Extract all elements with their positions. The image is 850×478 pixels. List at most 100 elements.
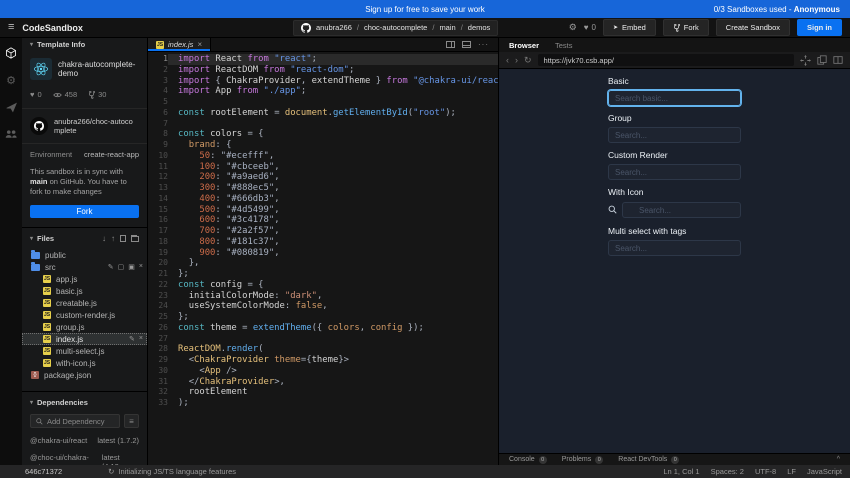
code-line-3[interactable]: 3import { ChakraProvider, extendTheme } … [148, 76, 498, 87]
search-input-custom-render[interactable] [609, 168, 740, 177]
live-collaborators-icon[interactable] [5, 128, 17, 140]
code-line-14[interactable]: 14 400: "#666db3", [148, 194, 498, 205]
tab-index-js[interactable]: JS index.js × [148, 38, 211, 51]
code-line-18[interactable]: 18 800: "#181c37", [148, 237, 498, 248]
code-line-24[interactable]: 24 useSystemColorMode: false, [148, 301, 498, 312]
new-file-icon[interactable]: ▢ [118, 263, 125, 271]
new-folder-icon[interactable] [131, 236, 139, 242]
edit-icon[interactable]: ✎ [129, 335, 135, 343]
open-new-window-icon[interactable] [817, 55, 827, 65]
close-icon[interactable]: × [139, 263, 143, 271]
file-item-with-icon.js[interactable]: JSwith-icon.js [22, 357, 147, 369]
code-line-23[interactable]: 23 initialColorMode: "dark", [148, 291, 498, 302]
project-info-icon[interactable] [5, 47, 17, 59]
language-mode[interactable]: JavaScript [807, 467, 842, 476]
back-icon[interactable]: ‹ [506, 56, 509, 65]
github-repo-name[interactable]: anubra266/choc-autocomplete [54, 117, 139, 135]
deployment-rocket-icon[interactable] [5, 101, 17, 113]
code-line-27[interactable]: 27 [148, 334, 498, 345]
fork-header-button[interactable]: Fork [663, 19, 709, 36]
search-input-with-icon[interactable] [623, 206, 740, 215]
banner-message[interactable]: Sign up for free to save your work [365, 5, 485, 14]
code-line-29[interactable]: 29 <ChakraProvider theme={theme}> [148, 355, 498, 366]
preferences-gear-icon[interactable]: ⚙ [569, 23, 577, 32]
code-line-26[interactable]: 26const theme = extendTheme({ colors, co… [148, 323, 498, 334]
create-sandbox-button[interactable]: Create Sandbox [716, 19, 790, 36]
refresh-icon[interactable]: ↻ [524, 56, 532, 65]
code-line-1[interactable]: 1import React from "react"; [148, 54, 498, 65]
split-horizontal-icon[interactable] [462, 41, 471, 48]
close-tab-icon[interactable]: × [197, 40, 202, 49]
files-header[interactable]: ▾ Files ↓ ↑ [22, 232, 147, 245]
embed-button[interactable]: ➤Embed [603, 19, 656, 36]
add-dependency-input[interactable]: Add Dependency [30, 414, 120, 428]
like-button[interactable]: ♥0 [584, 23, 596, 32]
template-info-header[interactable]: ▾ Template Info [22, 38, 147, 51]
tab-browser[interactable]: Browser [509, 41, 539, 50]
code-line-8[interactable]: 8const colors = { [148, 129, 498, 140]
file-item-creatable.js[interactable]: JScreatable.js [22, 297, 147, 309]
tab-tests[interactable]: Tests [555, 41, 573, 50]
code-line-28[interactable]: 28ReactDOM.render( [148, 344, 498, 355]
github-repo-link[interactable]: anubra266/choc-autocomplete [22, 109, 147, 144]
responsive-mode-icon[interactable] [800, 55, 811, 66]
forward-icon[interactable]: › [515, 56, 518, 65]
code-line-33[interactable]: 33); [148, 398, 498, 409]
download-icon[interactable]: ↓ [102, 234, 106, 243]
new-folder-icon[interactable]: ▣ [128, 263, 135, 271]
fork-button[interactable]: Fork [30, 205, 139, 218]
repo-path[interactable]: demos [468, 23, 491, 32]
dependency-menu-icon[interactable]: ≡ [124, 414, 139, 428]
search-input-group[interactable] [609, 131, 740, 140]
split-preview-icon[interactable] [833, 55, 843, 65]
more-options-icon[interactable]: ··· [478, 40, 489, 49]
code-line-12[interactable]: 12 200: "#a9aed6", [148, 172, 498, 183]
dependency-row[interactable]: @chakra-ui/reactlatest (1.7.2) [22, 432, 147, 449]
search-input-multi-select-with-tags[interactable] [609, 244, 740, 253]
code-line-6[interactable]: 6const rootElement = document.getElement… [148, 108, 498, 119]
repo-name[interactable]: choc-autocomplete [364, 23, 427, 32]
code-line-20[interactable]: 20 }, [148, 258, 498, 269]
devtools-tab-problems[interactable]: Problems0 [562, 456, 604, 464]
code-line-22[interactable]: 22const config = { [148, 280, 498, 291]
code-line-5[interactable]: 5 [148, 97, 498, 108]
dependency-row[interactable]: @choc-ui/chakra-autoc...latest (4.13... [22, 449, 147, 465]
upload-icon[interactable]: ↑ [111, 234, 115, 243]
code-line-7[interactable]: 7 [148, 119, 498, 130]
file-item-app.js[interactable]: JSapp.js [22, 273, 147, 285]
search-input-basic[interactable] [609, 94, 740, 103]
code-line-31[interactable]: 31 </ChakraProvider>, [148, 377, 498, 388]
codesandbox-logo[interactable]: CodeSandbox [22, 23, 83, 33]
repo-branch[interactable]: main [439, 23, 455, 32]
code-line-9[interactable]: 9 brand: { [148, 140, 498, 151]
code-line-15[interactable]: 15 500: "#4d5499", [148, 205, 498, 216]
file-item-multi-select.js[interactable]: JSmulti-select.js [22, 345, 147, 357]
new-file-icon[interactable] [120, 235, 126, 242]
code-line-16[interactable]: 16 600: "#3c4178", [148, 215, 498, 226]
code-line-10[interactable]: 10 50: "#ecefff", [148, 151, 498, 162]
code-area[interactable]: 1import React from "react";2import React… [148, 52, 498, 465]
code-line-32[interactable]: 32 rootElement [148, 387, 498, 398]
indentation[interactable]: Spaces: 2 [711, 467, 744, 476]
file-item-package.json[interactable]: {}package.json [22, 369, 147, 381]
split-vertical-icon[interactable] [446, 41, 455, 48]
code-line-30[interactable]: 30 <App /> [148, 366, 498, 377]
devtools-tab-console[interactable]: Console0 [509, 456, 547, 464]
code-line-19[interactable]: 19 900: "#080819", [148, 248, 498, 259]
close-icon[interactable]: × [139, 335, 143, 343]
file-item-group.js[interactable]: JSgroup.js [22, 321, 147, 333]
code-line-11[interactable]: 11 100: "#cbceeb", [148, 162, 498, 173]
devtools-tab-react-devtools[interactable]: React DevTools0 [618, 456, 679, 464]
settings-gear-icon[interactable]: ⚙ [5, 74, 17, 86]
code-line-25[interactable]: 25}; [148, 312, 498, 323]
url-bar[interactable]: https://jvk70.csb.app/ [538, 54, 794, 66]
repo-owner[interactable]: anubra266 [316, 23, 352, 32]
code-line-4[interactable]: 4import App from "./app"; [148, 86, 498, 97]
code-line-2[interactable]: 2import ReactDOM from "react-dom"; [148, 65, 498, 76]
code-line-13[interactable]: 13 300: "#888ec5", [148, 183, 498, 194]
eol[interactable]: LF [787, 467, 796, 476]
encoding[interactable]: UTF-8 [755, 467, 776, 476]
file-item-src[interactable]: src✎▢▣× [22, 261, 147, 273]
hamburger-menu-icon[interactable]: ≡ [8, 22, 14, 33]
file-item-index.js[interactable]: JSindex.js✎× [22, 333, 147, 345]
